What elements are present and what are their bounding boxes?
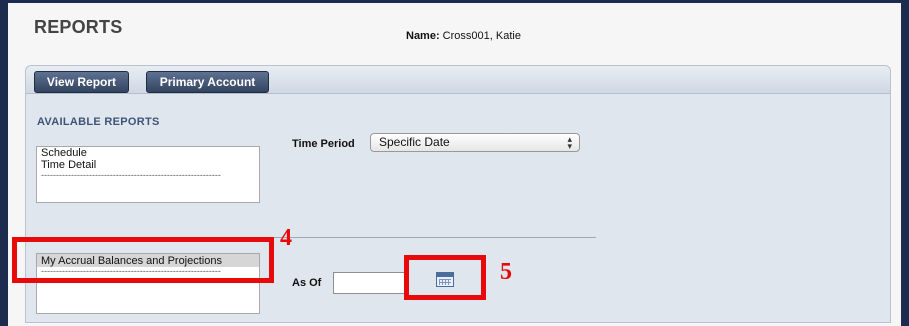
primary-account-button[interactable]: Primary Account	[146, 71, 269, 93]
list-separator: ----------------------------------------…	[41, 171, 221, 179]
time-period-select[interactable]: Specific Date ▴ ▾	[370, 133, 580, 152]
annotation-label-5: 5	[500, 259, 512, 285]
page-title: REPORTS	[34, 17, 123, 37]
view-report-button[interactable]: View Report	[34, 71, 129, 93]
as-of-date-input[interactable]	[333, 272, 407, 294]
as-of-label: As Of	[292, 277, 322, 289]
time-period-label: Time Period	[292, 138, 355, 150]
available-reports-heading: AVAILABLE REPORTS	[37, 116, 160, 128]
annotation-label-4: 4	[280, 225, 292, 251]
time-period-value: Specific Date	[379, 135, 450, 149]
toolbar: View Report Primary Account	[26, 66, 890, 94]
annotation-box-5	[404, 255, 486, 300]
annotation-box-4	[12, 237, 274, 283]
list-item-schedule[interactable]: Schedule	[37, 147, 259, 159]
name-label: Name:	[406, 30, 440, 42]
list-item-time-detail[interactable]: Time Detail	[37, 159, 259, 171]
user-name-display: Name: Cross001, Katie	[406, 30, 521, 42]
reports-list-top[interactable]: Schedule Time Detail -------------------…	[36, 146, 260, 203]
updown-arrows-icon: ▴ ▾	[567, 134, 572, 151]
name-value: Cross001, Katie	[439, 30, 521, 42]
